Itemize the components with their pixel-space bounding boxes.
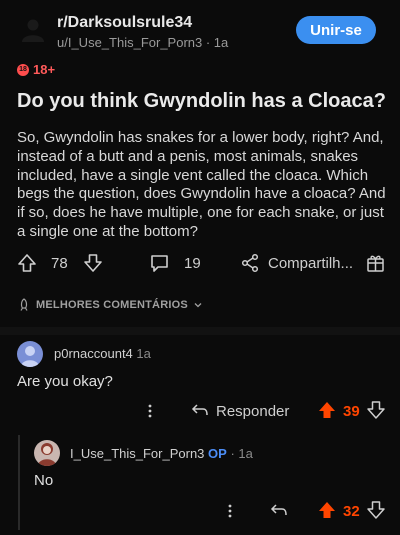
- comment-actions: 32: [0, 500, 400, 522]
- avatar[interactable]: [34, 440, 60, 466]
- post-header: r/Darksoulsrule34 u/I_Use_This_For_Porn3…: [0, 0, 400, 60]
- user-avatar-icon: [21, 346, 39, 367]
- post-title: Do you think Gwyndolin has a Cloaca?: [17, 90, 386, 112]
- comment-author-line[interactable]: p0rnaccount4 1a: [54, 346, 151, 361]
- join-button[interactable]: Unir-se: [296, 16, 376, 44]
- avatar[interactable]: [17, 341, 43, 367]
- reply-icon[interactable]: [191, 402, 209, 418]
- share-button[interactable]: Compartilh...: [268, 255, 353, 272]
- comment-score: 39: [343, 403, 360, 420]
- nsfw-icon: 18: [17, 63, 29, 76]
- comment-age: · 1a: [230, 446, 253, 461]
- reply-button[interactable]: Responder: [216, 403, 289, 420]
- sort-label: MELHORES COMENTÁRIOS: [36, 299, 188, 311]
- subreddit-name[interactable]: r/Darksoulsrule34: [57, 14, 192, 32]
- comment-body: No: [34, 472, 54, 489]
- comment-score: 32: [343, 503, 360, 520]
- user-avatar-icon: [38, 443, 56, 466]
- reply-icon[interactable]: [270, 502, 288, 518]
- comment-age: 1a: [136, 346, 151, 361]
- downvote-icon[interactable]: [367, 401, 385, 419]
- subreddit-avatar-icon[interactable]: [20, 16, 46, 42]
- section-divider: [0, 327, 400, 335]
- more-options-icon[interactable]: [146, 403, 154, 419]
- nsfw-label: 18+: [33, 62, 56, 77]
- more-options-icon[interactable]: [226, 503, 234, 519]
- post-score: 78: [51, 255, 68, 272]
- upvote-filled-icon[interactable]: [318, 501, 336, 519]
- share-icon[interactable]: [240, 253, 260, 273]
- downvote-icon[interactable]: [83, 253, 103, 273]
- upvote-filled-icon[interactable]: [318, 401, 336, 419]
- comment-author[interactable]: p0rnaccount4: [54, 346, 133, 361]
- op-badge: OP: [208, 446, 227, 461]
- post-actions: 78 19 Compartilh...: [0, 250, 400, 278]
- rocket-icon: [20, 298, 28, 311]
- comment-sort-dropdown[interactable]: MELHORES COMENTÁRIOS: [17, 298, 203, 312]
- comment-icon[interactable]: [149, 253, 170, 274]
- chevron-down-icon: [194, 303, 202, 308]
- award-icon[interactable]: [365, 253, 386, 274]
- comment-body: Are you okay?: [17, 373, 113, 390]
- comment-author[interactable]: I_Use_This_For_Porn3: [70, 446, 204, 461]
- upvote-icon[interactable]: [17, 253, 37, 273]
- comment-actions: Responder 39: [0, 400, 400, 422]
- nsfw-tag: 18 18+: [17, 62, 55, 77]
- post-body: So, Gwyndolin has snakes for a lower bod…: [17, 129, 386, 240]
- downvote-icon[interactable]: [367, 501, 385, 519]
- comment-author-line[interactable]: I_Use_This_For_Porn3 OP · 1a: [70, 446, 253, 461]
- comment-count[interactable]: 19: [184, 255, 201, 272]
- post-author-line[interactable]: u/I_Use_This_For_Porn3 · 1a: [57, 35, 228, 50]
